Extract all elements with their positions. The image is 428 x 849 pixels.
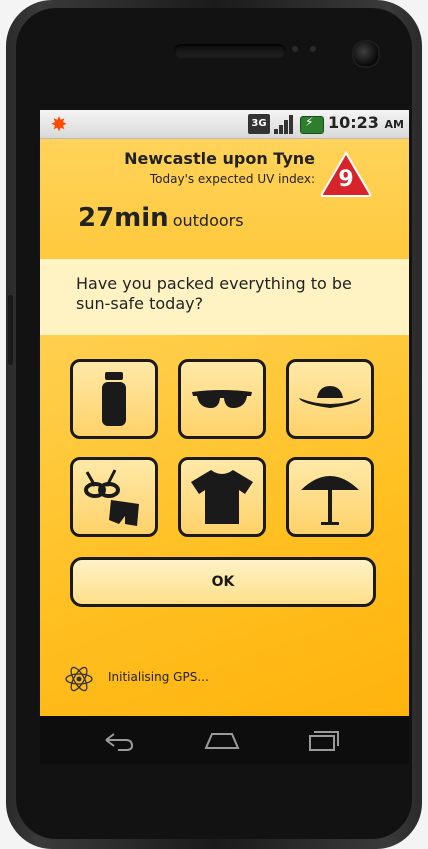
status-bar: ✸ 3G 10:23 AM [40,110,409,139]
sunglasses-tile[interactable] [178,359,266,439]
clock-ampm: AM [384,118,404,131]
network-3g-icon: 3G [248,114,270,134]
safe-minutes: 27min outdoors [78,203,244,233]
swimwear-tile[interactable] [70,457,158,537]
sun-icon: ✸ [50,112,68,136]
navigation-bar [40,716,409,764]
home-button[interactable] [202,726,242,754]
volume-button[interactable] [8,295,13,365]
uv-header: Newcastle upon Tyne Today's expected UV … [40,139,409,259]
home-icon [204,733,240,749]
t-shirt-tile[interactable] [178,457,266,537]
recent-apps-button[interactable] [304,726,344,754]
parasol-icon [301,476,359,525]
umbrella-tile[interactable] [286,457,374,537]
back-button[interactable] [98,726,138,754]
atom-icon [65,666,93,692]
clock-time: 10:23 [328,113,379,132]
city-name: Newcastle upon Tyne [124,149,315,168]
sun-hat-icon [299,386,361,408]
t-shirt-icon [191,470,253,524]
proximity-sensor [292,46,298,52]
app-screen: ✸ 3G 10:23 AM Newcastle upon Tyne Today'… [40,110,409,716]
ok-button[interactable]: OK [70,557,376,607]
light-sensor [310,46,316,52]
gps-status-text: Initialising GPS... [108,670,209,684]
sunscreen-tile[interactable] [70,359,158,439]
minutes-unit: outdoors [172,211,244,230]
question-band: Have you packed everything to be sun-saf… [40,259,409,335]
question-text: Have you packed everything to be sun-saf… [76,274,352,313]
earpiece-speaker [174,44,286,58]
signal-strength-icon [274,114,294,134]
back-arrow-icon [105,733,134,751]
minutes-value: 27min [78,203,169,233]
front-camera [352,40,380,68]
sunglasses-icon [192,390,252,408]
uv-index-value: 9 [338,167,354,192]
uv-index-label: Today's expected UV index: [149,172,315,186]
battery-charging-icon [300,115,324,134]
recent-apps-icon [309,731,339,751]
uv-index-badge: 9 [320,151,372,197]
sunscreen-bottle-icon [102,372,126,426]
status-clock: 10:23 AM [328,113,404,132]
hat-tile[interactable] [286,359,374,439]
swimwear-icon [84,469,139,526]
